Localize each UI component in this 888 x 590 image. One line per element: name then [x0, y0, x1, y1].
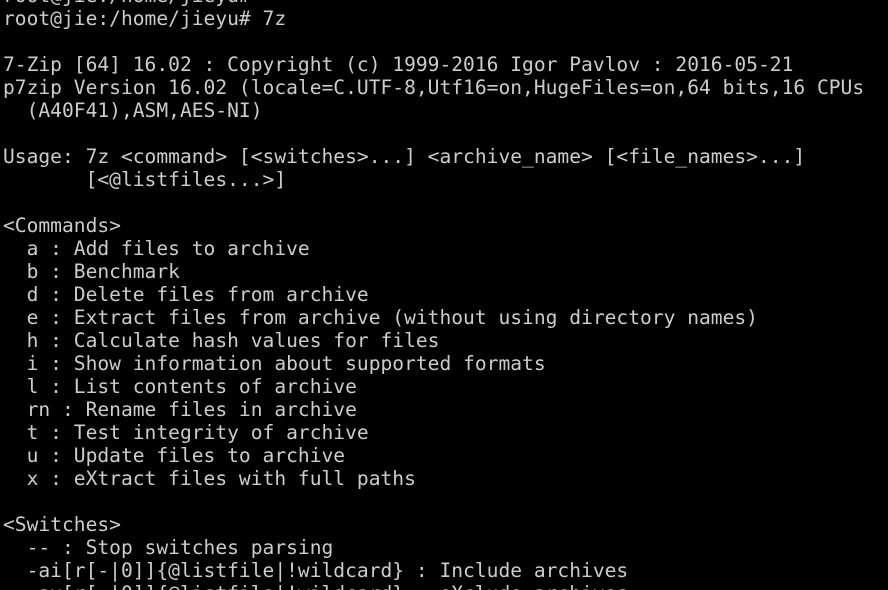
terminal-line: b : Benchmark: [3, 260, 180, 283]
terminal-line: d : Delete files from archive: [3, 283, 369, 306]
terminal-line: t : Test integrity of archive: [3, 421, 369, 444]
terminal-line: <Switches>: [3, 513, 121, 536]
terminal-line: p7zip Version 16.02 (locale=C.UTF-8,Utf1…: [3, 76, 865, 99]
terminal-line: (A40F41),ASM,AES-NI): [3, 99, 263, 122]
terminal-line: i : Show information about supported for…: [3, 352, 546, 375]
terminal-line: -ai[r[-|0]]{@listfile|!wildcard} : Inclu…: [3, 559, 629, 582]
terminal-line: rn : Rename files in archive: [3, 398, 357, 421]
terminal-line: x : eXtract files with full paths: [3, 467, 416, 490]
terminal-line: 7-Zip [64] 16.02 : Copyright (c) 1999-20…: [3, 53, 794, 76]
terminal-line: h : Calculate hash values for files: [3, 329, 440, 352]
terminal-line: l : List contents of archive: [3, 375, 357, 398]
terminal-line: root@jie:/home/jieyu#: [3, 0, 864, 7]
terminal-output: root@jie:/home/jieyu# root@jie:/home/jie…: [3, 0, 864, 590]
terminal-window[interactable]: root@jie:/home/jieyu# root@jie:/home/jie…: [0, 0, 888, 590]
terminal-line: -ax[r[-|0]]{@listfile|!wildcard} : eXclu…: [3, 582, 864, 590]
terminal-line: -- : Stop switches parsing: [3, 536, 334, 559]
terminal-line: root@jie:/home/jieyu# 7z: [3, 7, 287, 30]
terminal-line: e : Extract files from archive (without …: [3, 306, 758, 329]
terminal-line: [<@listfiles...>]: [3, 168, 287, 191]
terminal-line: a : Add files to archive: [3, 237, 310, 260]
terminal-line: u : Update files to archive: [3, 444, 346, 467]
terminal-line: <Commands>: [3, 214, 121, 237]
terminal-line: Usage: 7z <command> [<switches>...] <arc…: [3, 145, 806, 168]
